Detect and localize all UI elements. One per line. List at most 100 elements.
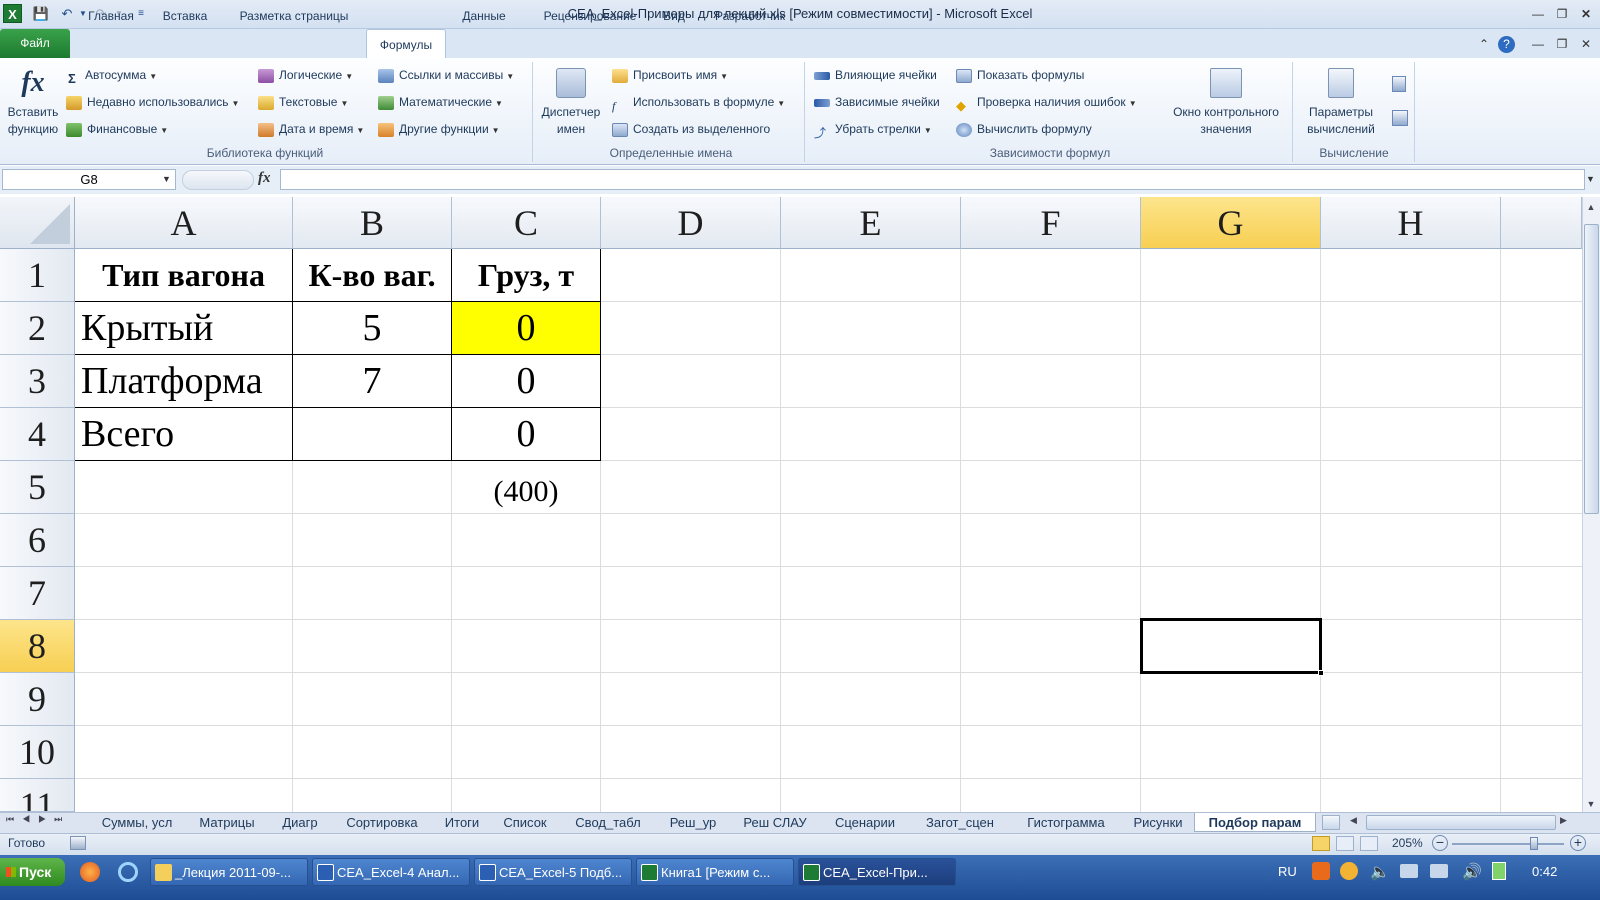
cell-a1[interactable]: Тип вагона	[75, 249, 292, 301]
insert-function-button[interactable]: fx Вставить функцию	[4, 62, 62, 142]
calculate-sheet-icon[interactable]	[1392, 110, 1408, 126]
tab-formulas[interactable]: Формулы	[366, 29, 446, 59]
row-header-6[interactable]: 6	[0, 514, 75, 567]
cell-c5[interactable]: (400)	[452, 466, 600, 518]
zoom-slider-thumb[interactable]	[1530, 837, 1538, 850]
taskbar-item[interactable]: _Лекция 2011-09-...	[150, 858, 308, 886]
tab-view[interactable]: Вид	[656, 6, 692, 28]
sheet-tab[interactable]: Суммы, усл	[88, 813, 186, 832]
column-header-b[interactable]: B	[293, 197, 452, 249]
taskbar-item[interactable]: CEA_Excel-5 Подб...	[474, 858, 632, 886]
sheet-tab[interactable]: Рисунки	[1124, 813, 1192, 832]
column-header-c[interactable]: C	[452, 197, 601, 249]
select-all-corner[interactable]	[0, 197, 75, 249]
cell-a2[interactable]: Крытый	[81, 302, 291, 354]
sheet-tab[interactable]: Гистограмма	[1014, 813, 1118, 832]
zoom-slider-track[interactable]	[1452, 843, 1564, 845]
other-functions-button[interactable]: Другие функции ▼	[378, 119, 500, 139]
name-box-dropdown-icon[interactable]: ▼	[162, 174, 171, 184]
insert-function-fx-icon[interactable]: fx	[258, 170, 271, 187]
scroll-down-icon[interactable]: ▼	[1583, 796, 1599, 812]
taskbar-item[interactable]: Книга1 [Режим с...	[636, 858, 794, 886]
error-checking-button[interactable]: ◆ Проверка наличия ошибок ▼	[956, 92, 1137, 113]
taskbar-item-active[interactable]: CEA_Excel-При...	[798, 858, 956, 886]
use-in-formula-button[interactable]: f Использовать в формуле ▼	[612, 92, 785, 113]
column-header-d[interactable]: D	[601, 197, 781, 249]
row-header-5[interactable]: 5	[0, 461, 75, 514]
sheet-tab[interactable]: Матрицы	[190, 813, 264, 832]
calculation-options-button[interactable]: Параметры вычислений	[1296, 66, 1386, 146]
start-button[interactable]: Пуск	[0, 858, 65, 886]
sheet-tab[interactable]: Диагр	[272, 813, 328, 832]
column-header-f[interactable]: F	[961, 197, 1141, 249]
tray-update-icon[interactable]	[1340, 862, 1358, 880]
active-cell-g8[interactable]	[1140, 618, 1322, 674]
expand-formula-bar-icon[interactable]: ▼	[1586, 174, 1595, 184]
text-functions-button[interactable]: Текстовые ▼	[258, 92, 348, 112]
evaluate-formula-button[interactable]: Вычислить формулу	[956, 119, 1092, 139]
sheet-tab[interactable]: Итоги	[436, 813, 488, 832]
firefox-icon[interactable]	[80, 862, 100, 882]
minimize-icon[interactable]: —	[1528, 6, 1548, 22]
row-header-2[interactable]: 2	[0, 302, 75, 355]
zoom-in-icon[interactable]: +	[1570, 835, 1586, 851]
cell-c1[interactable]: Груз, т	[452, 249, 600, 301]
row-header-1[interactable]: 1	[0, 249, 75, 302]
watch-window-button[interactable]: Окно контрольного значения	[1162, 66, 1290, 146]
tab-insert[interactable]: Вставка	[150, 6, 220, 28]
fill-handle[interactable]	[1318, 670, 1324, 676]
trace-dependents-button[interactable]: Зависимые ячейки	[814, 92, 940, 112]
logical-functions-button[interactable]: Логические ▼	[258, 65, 353, 85]
sheet-tab[interactable]: Реш СЛАУ	[732, 813, 818, 832]
cell-c4[interactable]: 0	[452, 408, 600, 460]
battery-icon[interactable]	[1492, 862, 1506, 880]
volume-icon[interactable]: 🔈	[1370, 862, 1390, 882]
show-formulas-button[interactable]: Показать формулы	[956, 65, 1084, 85]
taskbar-item[interactable]: CEA_Excel-4 Анал...	[312, 858, 470, 886]
speaker-icon[interactable]: 🔊	[1462, 862, 1482, 882]
sheet-tab[interactable]: Реш_ур	[660, 813, 726, 832]
lookup-functions-button[interactable]: Ссылки и массивы ▼	[378, 65, 514, 85]
cell-a4[interactable]: Всего	[81, 408, 291, 460]
column-header-g[interactable]: G	[1141, 197, 1321, 249]
hscroll-left-icon[interactable]: ◀	[1350, 815, 1357, 826]
page-layout-view-icon[interactable]	[1336, 836, 1354, 851]
define-name-button[interactable]: Присвоить имя ▼	[612, 65, 728, 85]
sheet-tab[interactable]: Свод_табл	[562, 813, 654, 832]
sheet-tab[interactable]: Список	[494, 813, 556, 832]
row-header-4[interactable]: 4	[0, 408, 75, 461]
sheet-tab[interactable]: Загот_сцен	[912, 813, 1008, 832]
autosum-button[interactable]: Σ Автосумма ▼	[68, 65, 157, 86]
cell-b3[interactable]: 7	[293, 355, 451, 407]
cell-c2[interactable]: 0	[452, 302, 600, 354]
row-header-9[interactable]: 9	[0, 673, 75, 726]
trace-precedents-button[interactable]: Влияющие ячейки	[814, 65, 937, 85]
network-icon[interactable]	[1430, 864, 1448, 878]
hscroll-right-icon[interactable]: ▶	[1560, 815, 1567, 826]
column-header-a[interactable]: A	[75, 197, 293, 249]
help-icon[interactable]: ?	[1498, 36, 1515, 53]
cell-b1[interactable]: К-во ваг.	[293, 249, 451, 301]
minimize-ribbon-icon[interactable]: ⌃	[1474, 36, 1494, 52]
normal-view-icon[interactable]	[1312, 836, 1330, 851]
close-icon[interactable]: ✕	[1576, 6, 1596, 22]
name-manager-button[interactable]: Диспетчер имен	[538, 66, 604, 146]
tab-data[interactable]: Данные	[452, 6, 516, 28]
macro-record-icon[interactable]	[70, 836, 86, 850]
column-header-e[interactable]: E	[781, 197, 961, 249]
doc-minimize-icon[interactable]: —	[1528, 36, 1548, 52]
tab-page-layout[interactable]: Разметка страницы	[226, 6, 362, 28]
vertical-scroll-thumb[interactable]	[1584, 224, 1599, 514]
row-header-7[interactable]: 7	[0, 567, 75, 620]
recent-functions-button[interactable]: Недавно использовались ▼	[66, 92, 239, 112]
doc-restore-icon[interactable]: ❐	[1552, 36, 1572, 52]
zoom-out-icon[interactable]: −	[1432, 835, 1448, 851]
name-box[interactable]: G8	[2, 169, 176, 190]
sheet-nav-icons[interactable]: ⏮◀▶⏭	[6, 814, 70, 825]
cell-a3[interactable]: Платформа	[81, 355, 291, 407]
math-functions-button[interactable]: Математические ▼	[378, 92, 503, 112]
tray-app-icon[interactable]	[1312, 862, 1330, 880]
language-indicator[interactable]: RU	[1278, 864, 1297, 879]
tab-review[interactable]: Рецензирование	[530, 6, 650, 28]
cell-b2[interactable]: 5	[293, 302, 451, 354]
